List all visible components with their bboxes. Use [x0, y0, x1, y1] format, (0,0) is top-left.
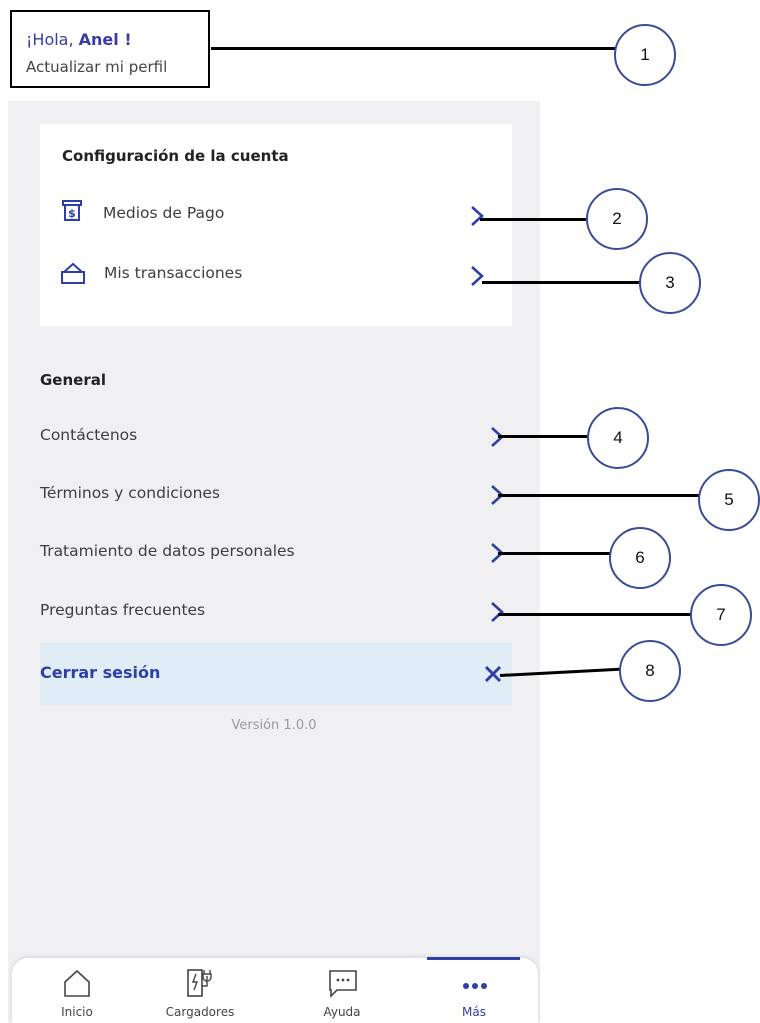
bottom-nav: Inicio Cargadores Ayuda Más: [12, 958, 538, 1023]
menu-item-label: Términos y condiciones: [40, 484, 221, 502]
logout-label: Cerrar sesión: [40, 663, 161, 682]
menu-item-label: Mis transacciones: [104, 264, 243, 282]
menu-item-contact[interactable]: Contáctenos: [40, 416, 512, 456]
home-icon: [64, 969, 90, 997]
callout-marker: 2: [586, 188, 648, 250]
general-section-title: General: [40, 371, 106, 389]
active-tab-indicator: [427, 957, 520, 960]
callout-marker: 1: [614, 24, 676, 86]
update-profile-link[interactable]: Actualizar mi perfil: [26, 58, 167, 76]
chevron-right-icon: [468, 205, 486, 227]
payment-icon: $: [61, 200, 83, 226]
nav-item-cargadores[interactable]: Cargadores: [145, 958, 255, 1023]
callout-line: [498, 613, 694, 616]
svg-text:$: $: [68, 207, 76, 220]
menu-item-label: Contáctenos: [40, 426, 138, 444]
nav-item-ayuda[interactable]: Ayuda: [287, 958, 397, 1023]
account-section-title: Configuración de la cuenta: [62, 147, 289, 165]
callout-marker: 3: [639, 252, 701, 314]
chevron-right-icon: [488, 601, 506, 623]
greeting: ¡Hola, Anel !: [26, 30, 132, 49]
menu-item-transactions[interactable]: Mis transacciones: [40, 255, 512, 295]
callout-line: [498, 435, 590, 438]
callout-line: [498, 552, 610, 555]
callout-line: [480, 218, 586, 221]
nav-label: Ayuda: [323, 1005, 361, 1019]
menu-item-label: Medios de Pago: [103, 204, 225, 222]
more-icon: [463, 983, 487, 989]
nav-label: Cargadores: [165, 1005, 235, 1019]
nav-label: Inicio: [61, 1005, 93, 1019]
callout-marker: 5: [698, 469, 760, 531]
callout-line: [498, 494, 702, 497]
user-name: Anel !: [78, 30, 132, 49]
callout-marker: 4: [587, 407, 649, 469]
menu-item-label: Preguntas frecuentes: [40, 601, 206, 619]
charger-icon: [187, 969, 212, 997]
menu-item-terms[interactable]: Términos y condiciones: [40, 474, 512, 514]
callout-marker: 6: [609, 527, 671, 589]
nav-item-mas[interactable]: Más: [419, 958, 529, 1023]
nav-label: Más: [462, 1005, 486, 1019]
callout-marker: 7: [690, 584, 752, 646]
menu-item-faq[interactable]: Preguntas frecuentes: [40, 591, 512, 631]
callout-marker: 8: [619, 640, 681, 702]
callout-line: [482, 281, 642, 284]
nav-item-inicio[interactable]: Inicio: [22, 958, 132, 1023]
version-label: Versión 1.0.0: [231, 718, 317, 733]
menu-item-label: Tratamiento de datos personales: [40, 542, 295, 560]
profile-header[interactable]: ¡Hola, Anel ! Actualizar mi perfil: [10, 10, 210, 88]
logout-button[interactable]: Cerrar sesión: [40, 643, 512, 705]
chat-icon: [329, 970, 357, 998]
transactions-icon: [60, 261, 86, 289]
callout-line: [211, 47, 615, 50]
menu-item-data-treatment[interactable]: Tratamiento de datos personales: [40, 532, 512, 572]
menu-item-payment-methods[interactable]: $ Medios de Pago: [40, 195, 512, 235]
